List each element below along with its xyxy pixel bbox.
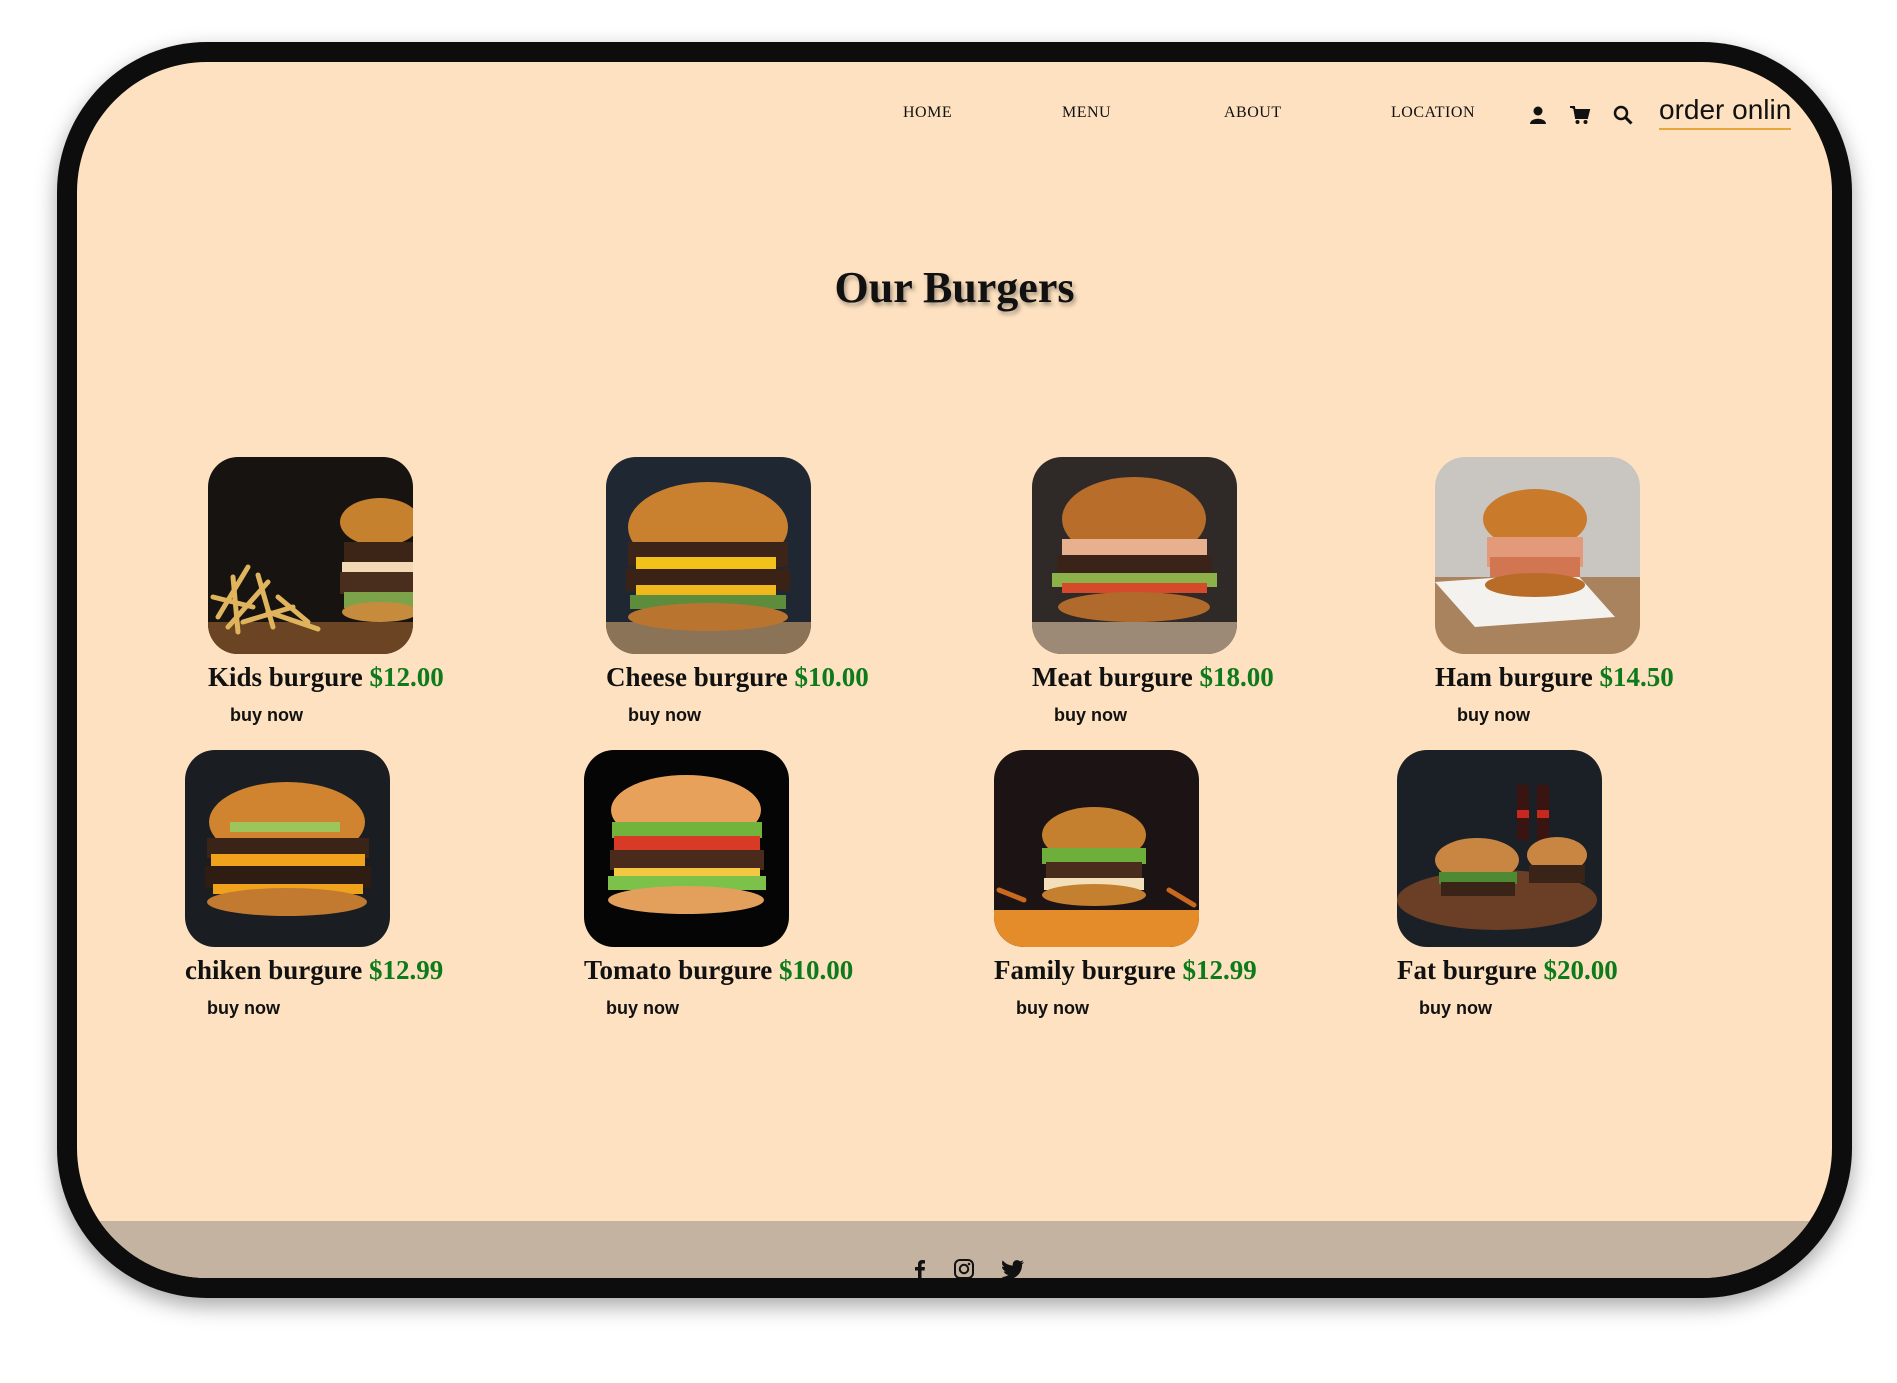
product-title: Fat burgure $20.00 [1397, 955, 1618, 986]
instagram-icon[interactable] [953, 1258, 975, 1278]
search-icon[interactable] [1613, 105, 1635, 127]
product-card: Meat burgure $18.00 buy now [1032, 457, 1274, 726]
buy-now-button[interactable]: buy now [1457, 705, 1530, 726]
burger-image [185, 750, 390, 947]
burger-image [1435, 457, 1640, 654]
product-name: Ham burgure [1435, 662, 1593, 692]
facebook-icon[interactable] [909, 1258, 931, 1278]
product-name: chiken burgure [185, 955, 363, 985]
burger-image [606, 457, 811, 654]
screen: HOME MENU ABOUT LOCATION order onlin Our… [77, 62, 1832, 1278]
product-title: Meat burgure $18.00 [1032, 662, 1274, 693]
product-card: chiken burgure $12.99 buy now [185, 750, 443, 1019]
product-name: Kids burgure [208, 662, 363, 692]
burger-image [994, 750, 1199, 947]
product-price: $12.00 [369, 662, 444, 692]
cart-icon[interactable] [1569, 105, 1591, 127]
buy-now-button[interactable]: buy now [606, 998, 679, 1019]
nav-location[interactable]: LOCATION [1391, 104, 1475, 122]
product-price: $10.00 [794, 662, 869, 692]
user-icon[interactable] [1528, 105, 1550, 127]
product-card: Kids burgure $12.00 buy now [208, 457, 444, 726]
product-price: $10.00 [779, 955, 854, 985]
product-title: chiken burgure $12.99 [185, 955, 443, 986]
buy-now-button[interactable]: buy now [1419, 998, 1492, 1019]
footer [77, 1221, 1832, 1278]
product-title: Tomato burgure $10.00 [584, 955, 853, 986]
product-name: Family burgure [994, 955, 1176, 985]
product-title: Cheese burgure $10.00 [606, 662, 869, 693]
buy-now-button[interactable]: buy now [1054, 705, 1127, 726]
nav-menu[interactable]: MENU [1062, 104, 1111, 122]
product-title: Kids burgure $12.00 [208, 662, 444, 693]
product-card: Fat burgure $20.00 buy now [1397, 750, 1618, 1019]
burger-image [584, 750, 789, 947]
product-card: Tomato burgure $10.00 buy now [584, 750, 853, 1019]
product-title: Ham burgure $14.50 [1435, 662, 1674, 693]
buy-now-button[interactable]: buy now [628, 705, 701, 726]
product-price: $12.99 [369, 955, 444, 985]
buy-now-button[interactable]: buy now [1016, 998, 1089, 1019]
burger-image [1032, 457, 1237, 654]
product-price: $12.99 [1182, 955, 1257, 985]
tablet-frame: HOME MENU ABOUT LOCATION order onlin Our… [57, 42, 1852, 1298]
buy-now-button[interactable]: buy now [207, 998, 280, 1019]
nav-home[interactable]: HOME [903, 104, 952, 122]
burger-image [1397, 750, 1602, 947]
nav-about[interactable]: ABOUT [1224, 104, 1282, 122]
product-name: Meat burgure [1032, 662, 1193, 692]
product-price: $18.00 [1199, 662, 1274, 692]
product-card: Ham burgure $14.50 buy now [1435, 457, 1674, 726]
product-name: Tomato burgure [584, 955, 773, 985]
buy-now-button[interactable]: buy now [230, 705, 303, 726]
twitter-icon[interactable] [1001, 1258, 1024, 1278]
product-name: Fat burgure [1397, 955, 1537, 985]
product-card: Family burgure $12.99 buy now [994, 750, 1257, 1019]
burger-image [208, 457, 413, 654]
page-title: Our Burgers [834, 263, 1075, 312]
order-online-link[interactable]: order onlin [1659, 94, 1792, 130]
product-title: Family burgure $12.99 [994, 955, 1257, 986]
product-price: $14.50 [1599, 662, 1674, 692]
product-card: Cheese burgure $10.00 buy now [606, 457, 869, 726]
product-price: $20.00 [1543, 955, 1618, 985]
product-name: Cheese burgure [606, 662, 788, 692]
